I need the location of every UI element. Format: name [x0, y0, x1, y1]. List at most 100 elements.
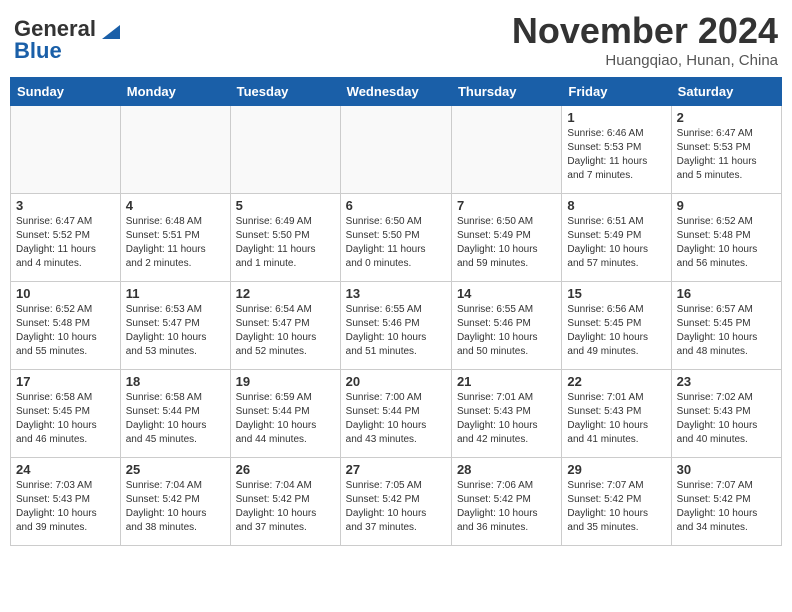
- calendar-day-cell: 22 Sunrise: 7:01 AM Sunset: 5:43 PM Dayli…: [562, 370, 671, 458]
- calendar-day-cell: 25 Sunrise: 7:04 AM Sunset: 5:42 PM Dayli…: [120, 458, 230, 546]
- calendar-day-cell: 17 Sunrise: 6:58 AM Sunset: 5:45 PM Dayli…: [11, 370, 121, 458]
- calendar-table: SundayMondayTuesdayWednesdayThursdayFrid…: [10, 77, 782, 546]
- day-number: 7: [457, 198, 556, 213]
- day-number: 20: [346, 374, 446, 389]
- month-title: November 2024: [512, 10, 778, 52]
- day-info: Sunrise: 6:57 AM Sunset: 5:45 PM Dayligh…: [677, 303, 776, 359]
- calendar-day-cell: 2Sunrise: 6:47 AM Sunset: 5:53 PM Daylig…: [671, 106, 781, 194]
- day-info: Sunrise: 7:05 AM Sunset: 5:42 PM Dayligh…: [346, 479, 446, 535]
- day-info: Sunrise: 6:58 AM Sunset: 5:45 PM Dayligh…: [16, 391, 115, 447]
- day-number: 21: [457, 374, 556, 389]
- day-number: 23: [677, 374, 776, 389]
- calendar-day-cell: 5 Sunrise: 6:49 AM Sunset: 5:50 PM Daylig…: [230, 194, 340, 282]
- calendar-day-cell: 14 Sunrise: 6:55 AM Sunset: 5:46 PM Dayli…: [451, 282, 561, 370]
- day-info: Sunrise: 6:52 AM Sunset: 5:48 PM Dayligh…: [677, 215, 776, 271]
- day-number: 26: [236, 462, 335, 477]
- calendar-day-cell: 18Sunrise: 6:58 AM Sunset: 5:44 PM Dayli…: [120, 370, 230, 458]
- day-info: Sunrise: 6:56 AM Sunset: 5:45 PM Dayligh…: [567, 303, 665, 359]
- day-info: Sunrise: 7:01 AM Sunset: 5:43 PM Dayligh…: [567, 391, 665, 447]
- day-info: Sunrise: 7:04 AM Sunset: 5:42 PM Dayligh…: [126, 479, 225, 535]
- calendar-day-cell: [11, 106, 121, 194]
- weekday-header: Saturday: [671, 78, 781, 106]
- day-info: Sunrise: 6:55 AM Sunset: 5:46 PM Dayligh…: [457, 303, 556, 359]
- weekday-header: Friday: [562, 78, 671, 106]
- day-number: 30: [677, 462, 776, 477]
- weekday-header: Tuesday: [230, 78, 340, 106]
- day-info: Sunrise: 7:07 AM Sunset: 5:42 PM Dayligh…: [677, 479, 776, 535]
- day-number: 14: [457, 286, 556, 301]
- day-info: Sunrise: 6:50 AM Sunset: 5:49 PM Dayligh…: [457, 215, 556, 271]
- day-info: Sunrise: 7:00 AM Sunset: 5:44 PM Dayligh…: [346, 391, 446, 447]
- calendar-day-cell: 13 Sunrise: 6:55 AM Sunset: 5:46 PM Dayli…: [340, 282, 451, 370]
- day-number: 1: [567, 110, 665, 125]
- day-info: Sunrise: 6:52 AM Sunset: 5:48 PM Dayligh…: [16, 303, 115, 359]
- day-info: Sunrise: 7:06 AM Sunset: 5:42 PM Dayligh…: [457, 479, 556, 535]
- day-info: Sunrise: 6:54 AM Sunset: 5:47 PM Dayligh…: [236, 303, 335, 359]
- calendar-day-cell: 11Sunrise: 6:53 AM Sunset: 5:47 PM Dayli…: [120, 282, 230, 370]
- calendar-day-cell: [230, 106, 340, 194]
- day-number: 15: [567, 286, 665, 301]
- calendar-day-cell: 28 Sunrise: 7:06 AM Sunset: 5:42 PM Dayli…: [451, 458, 561, 546]
- calendar-day-cell: 1 Sunrise: 6:46 AM Sunset: 5:53 PM Daylig…: [562, 106, 671, 194]
- calendar-day-cell: 10 Sunrise: 6:52 AM Sunset: 5:48 PM Dayli…: [11, 282, 121, 370]
- location: Huangqiao, Hunan, China: [512, 52, 778, 69]
- calendar-day-cell: 9Sunrise: 6:52 AM Sunset: 5:48 PM Daylig…: [671, 194, 781, 282]
- day-number: 10: [16, 286, 115, 301]
- day-info: Sunrise: 6:49 AM Sunset: 5:50 PM Dayligh…: [236, 215, 335, 271]
- calendar-week-row: 17 Sunrise: 6:58 AM Sunset: 5:45 PM Dayli…: [11, 370, 782, 458]
- day-number: 6: [346, 198, 446, 213]
- day-info: Sunrise: 6:51 AM Sunset: 5:49 PM Dayligh…: [567, 215, 665, 271]
- day-number: 16: [677, 286, 776, 301]
- calendar-day-cell: 29 Sunrise: 7:07 AM Sunset: 5:42 PM Dayli…: [562, 458, 671, 546]
- day-info: Sunrise: 6:55 AM Sunset: 5:46 PM Dayligh…: [346, 303, 446, 359]
- day-info: Sunrise: 7:02 AM Sunset: 5:43 PM Dayligh…: [677, 391, 776, 447]
- day-number: 17: [16, 374, 115, 389]
- calendar-day-cell: 24Sunrise: 7:03 AM Sunset: 5:43 PM Dayli…: [11, 458, 121, 546]
- calendar-day-cell: [451, 106, 561, 194]
- day-info: Sunrise: 7:03 AM Sunset: 5:43 PM Dayligh…: [16, 479, 115, 535]
- day-number: 27: [346, 462, 446, 477]
- calendar-header-row: SundayMondayTuesdayWednesdayThursdayFrid…: [11, 78, 782, 106]
- weekday-header: Thursday: [451, 78, 561, 106]
- day-number: 18: [126, 374, 225, 389]
- day-info: Sunrise: 7:04 AM Sunset: 5:42 PM Dayligh…: [236, 479, 335, 535]
- calendar-day-cell: 16 Sunrise: 6:57 AM Sunset: 5:45 PM Dayli…: [671, 282, 781, 370]
- logo-icon: [102, 25, 120, 39]
- calendar-day-cell: 4 Sunrise: 6:48 AM Sunset: 5:51 PM Daylig…: [120, 194, 230, 282]
- calendar-week-row: 1 Sunrise: 6:46 AM Sunset: 5:53 PM Daylig…: [11, 106, 782, 194]
- day-number: 29: [567, 462, 665, 477]
- weekday-header: Sunday: [11, 78, 121, 106]
- day-info: Sunrise: 6:46 AM Sunset: 5:53 PM Dayligh…: [567, 127, 665, 183]
- calendar-day-cell: [120, 106, 230, 194]
- page-header: General Blue November 2024 Huangqiao, Hu…: [10, 10, 782, 69]
- calendar-week-row: 10 Sunrise: 6:52 AM Sunset: 5:48 PM Dayli…: [11, 282, 782, 370]
- day-info: Sunrise: 6:48 AM Sunset: 5:51 PM Dayligh…: [126, 215, 225, 271]
- day-number: 8: [567, 198, 665, 213]
- calendar-day-cell: 20 Sunrise: 7:00 AM Sunset: 5:44 PM Dayli…: [340, 370, 451, 458]
- day-info: Sunrise: 6:47 AM Sunset: 5:52 PM Dayligh…: [16, 215, 115, 271]
- calendar-day-cell: 7 Sunrise: 6:50 AM Sunset: 5:49 PM Daylig…: [451, 194, 561, 282]
- calendar-day-cell: 8 Sunrise: 6:51 AM Sunset: 5:49 PM Daylig…: [562, 194, 671, 282]
- calendar-day-cell: 30 Sunrise: 7:07 AM Sunset: 5:42 PM Dayli…: [671, 458, 781, 546]
- calendar-day-cell: 6 Sunrise: 6:50 AM Sunset: 5:50 PM Daylig…: [340, 194, 451, 282]
- day-number: 22: [567, 374, 665, 389]
- weekday-header: Monday: [120, 78, 230, 106]
- title-block: November 2024 Huangqiao, Hunan, China: [512, 10, 778, 69]
- day-number: 25: [126, 462, 225, 477]
- calendar-day-cell: 26 Sunrise: 7:04 AM Sunset: 5:42 PM Dayli…: [230, 458, 340, 546]
- calendar-day-cell: 12Sunrise: 6:54 AM Sunset: 5:47 PM Dayli…: [230, 282, 340, 370]
- day-number: 3: [16, 198, 115, 213]
- day-number: 11: [126, 286, 225, 301]
- day-number: 28: [457, 462, 556, 477]
- calendar-day-cell: [340, 106, 451, 194]
- weekday-header: Wednesday: [340, 78, 451, 106]
- day-number: 4: [126, 198, 225, 213]
- calendar-day-cell: 21Sunrise: 7:01 AM Sunset: 5:43 PM Dayli…: [451, 370, 561, 458]
- day-number: 13: [346, 286, 446, 301]
- day-info: Sunrise: 7:07 AM Sunset: 5:42 PM Dayligh…: [567, 479, 665, 535]
- day-number: 5: [236, 198, 335, 213]
- day-info: Sunrise: 6:50 AM Sunset: 5:50 PM Dayligh…: [346, 215, 446, 271]
- calendar-day-cell: 15 Sunrise: 6:56 AM Sunset: 5:45 PM Dayli…: [562, 282, 671, 370]
- day-number: 19: [236, 374, 335, 389]
- calendar-week-row: 3 Sunrise: 6:47 AM Sunset: 5:52 PM Daylig…: [11, 194, 782, 282]
